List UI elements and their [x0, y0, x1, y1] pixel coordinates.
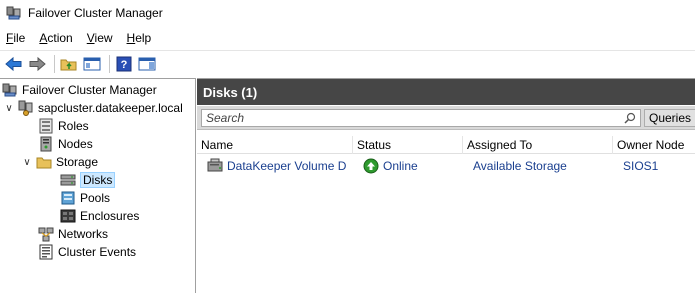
tree-item-label: Failover Cluster Manager: [22, 83, 157, 97]
tree-item-label: sapcluster.datakeeper.local: [38, 101, 183, 115]
table-row[interactable]: DataKeeper Volume D Online Available Sto…: [197, 156, 695, 176]
menu-file[interactable]: File: [6, 31, 25, 45]
enclosures-icon: [60, 208, 76, 224]
tree-item-enclosures[interactable]: Enclosures: [60, 207, 139, 225]
tree-item-nodes[interactable]: Nodes: [38, 135, 93, 153]
title-bar: Failover Cluster Manager: [0, 0, 695, 26]
tree-item-root[interactable]: Failover Cluster Manager: [2, 81, 157, 99]
toolbar: ?: [0, 50, 695, 76]
tree-item-label: Enclosures: [80, 209, 140, 223]
menu-view[interactable]: View: [87, 31, 113, 45]
folder-icon: [36, 154, 52, 170]
help-icon[interactable]: ?: [114, 54, 134, 74]
action-pane-icon[interactable]: [137, 54, 157, 74]
cell-owner-node: SIOS1: [623, 159, 659, 173]
chevron-down-icon[interactable]: ∨: [22, 157, 32, 168]
cell-assigned-to: Available Storage: [473, 159, 567, 173]
column-header-assigned-to[interactable]: Assigned To: [463, 136, 613, 154]
cluster-manager-icon: [6, 5, 22, 21]
tree-item-label: Pools: [80, 191, 111, 205]
tree-item-cluster-events[interactable]: Cluster Events: [38, 243, 136, 261]
tree-item-label: Disks: [80, 172, 116, 188]
tree-item-label: Cluster Events: [58, 245, 137, 259]
pools-icon: [60, 190, 76, 206]
cluster-events-icon: [38, 244, 54, 260]
tree-item-label: Networks: [58, 227, 109, 241]
tree-item-label: Roles: [58, 119, 89, 133]
tree-item-roles[interactable]: Roles: [38, 117, 89, 135]
tree-item-storage[interactable]: ∨ Storage: [22, 153, 98, 171]
tree-item-label: Nodes: [58, 137, 93, 151]
search-placeholder: Search: [206, 111, 245, 125]
cluster-icon: [18, 100, 34, 116]
panel-title: Disks (1): [197, 79, 695, 105]
window-title: Failover Cluster Manager: [28, 6, 163, 20]
forward-icon[interactable]: [27, 54, 47, 74]
table-header: Name Status Assigned To Owner Node: [197, 136, 695, 154]
menu-help[interactable]: Help: [127, 31, 152, 45]
show-hide-tree-icon[interactable]: [82, 54, 102, 74]
search-strip: Search Queries: [197, 106, 695, 130]
roles-icon: [38, 118, 54, 134]
search-input[interactable]: Search: [201, 109, 641, 127]
back-icon[interactable]: [4, 54, 24, 74]
menu-bar: File Action View Help: [0, 28, 695, 48]
menu-action[interactable]: Action: [39, 31, 72, 45]
cluster-manager-icon: [2, 82, 18, 98]
navigation-tree: Failover Cluster Manager ∨ sapcluster.da…: [0, 78, 196, 293]
up-folder-icon[interactable]: [59, 54, 79, 74]
cell-status: Online: [359, 156, 418, 176]
disk-volume-icon: [207, 158, 223, 174]
tree-item-pools[interactable]: Pools: [60, 189, 110, 207]
tree-item-cluster[interactable]: ∨ sapcluster.datakeeper.local: [4, 99, 183, 117]
tree-item-disks[interactable]: Disks: [60, 171, 116, 189]
toolbar-separator: [109, 54, 110, 73]
networks-icon: [38, 226, 54, 242]
disks-icon: [60, 172, 76, 188]
content-pane: Disks (1) Search Queries Name Status Ass…: [197, 78, 695, 293]
column-header-status[interactable]: Status: [353, 136, 463, 154]
tree-item-label: Storage: [56, 155, 99, 169]
queries-button[interactable]: Queries: [644, 109, 695, 127]
online-icon: [363, 158, 379, 174]
nodes-icon: [38, 136, 54, 152]
tree-item-networks[interactable]: Networks: [38, 225, 108, 243]
column-header-owner-node[interactable]: Owner Node: [613, 136, 695, 154]
chevron-down-icon[interactable]: ∨: [4, 103, 14, 114]
column-header-name[interactable]: Name: [197, 136, 353, 154]
toolbar-separator: [54, 54, 55, 73]
cell-name: DataKeeper Volume D: [203, 156, 346, 176]
search-icon[interactable]: [624, 112, 636, 124]
svg-text:?: ?: [121, 59, 128, 71]
